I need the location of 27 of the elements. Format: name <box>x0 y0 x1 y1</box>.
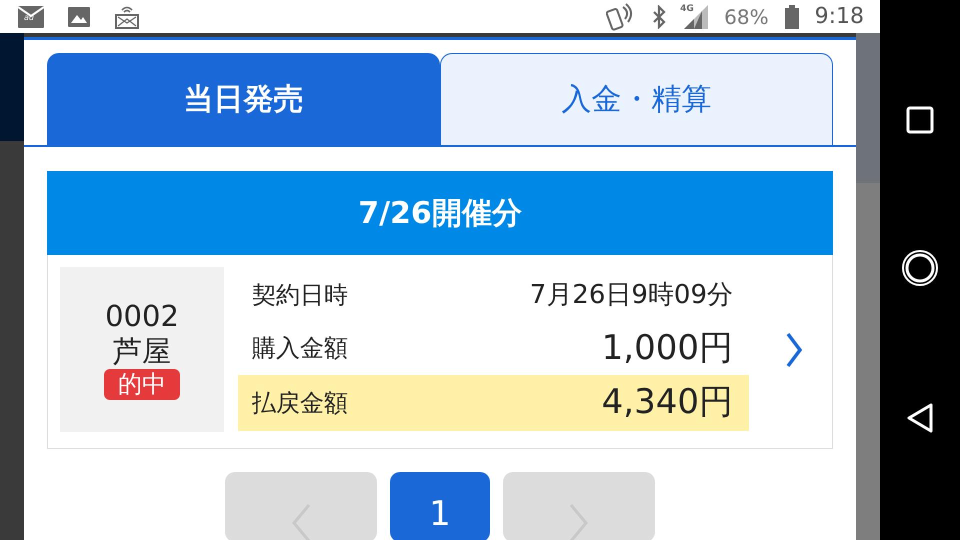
venue-name: 芦屋 <box>113 334 171 369</box>
recent-apps-icon[interactable] <box>906 106 934 134</box>
race-number: 0002 <box>105 299 179 334</box>
clock: 9:18 <box>814 3 864 31</box>
row-value: 1,000円 <box>602 326 733 370</box>
chevron-right-icon[interactable] <box>785 330 803 368</box>
page-button[interactable]: 1 <box>390 472 490 540</box>
bluetooth-icon <box>652 4 666 28</box>
signal-icon <box>682 4 708 28</box>
carrier-label: au <box>24 14 34 22</box>
home-icon[interactable] <box>901 248 939 287</box>
back-icon[interactable] <box>906 402 934 434</box>
network-label: 4G <box>680 2 694 16</box>
row-label: 契約日時 <box>252 280 348 311</box>
battery-percent: 68% <box>724 4 769 30</box>
row-value: 4,340円 <box>602 381 733 424</box>
battery-icon <box>784 4 799 28</box>
result-badge: 的中 <box>104 368 180 400</box>
row-label: 払戻金額 <box>252 388 348 418</box>
tab[interactable]: 当日発売 <box>47 53 440 145</box>
mail-icon <box>18 6 44 28</box>
row-value: 7月26日9時09分 <box>530 278 733 312</box>
row-label: 購入金額 <box>252 333 348 364</box>
wireless-display-icon <box>114 4 140 30</box>
tab[interactable]: 入金・精算 <box>440 53 833 145</box>
section-header: 7/26開催分 <box>47 171 833 255</box>
image-icon <box>68 6 90 26</box>
